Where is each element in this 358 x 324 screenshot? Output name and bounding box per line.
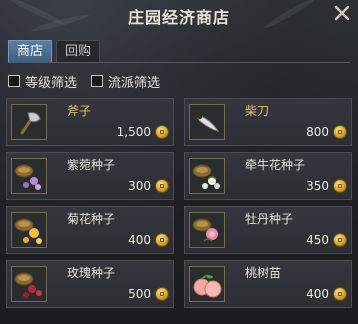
shop-item-morning-glory-seed[interactable]: 牵牛花种子 350 [184,152,352,200]
tab-divider [8,62,350,63]
shop-item-rose-seed[interactable]: 玫瑰种子 500 [6,260,174,308]
item-icon-frame [11,266,47,302]
tab-shop[interactable]: 商店 [8,40,53,62]
level-filter-checkbox[interactable] [8,75,20,87]
school-filter[interactable]: 流派筛选 [91,72,161,91]
level-filter[interactable]: 等级筛选 [8,72,78,91]
item-icon-frame [189,212,225,248]
tab-buyback[interactable]: 回购 [56,40,101,62]
item-name: 牡丹种子 [245,212,294,226]
level-filter-label: 等级筛选 [25,75,78,91]
tab-bar: 商店 回购 [8,40,101,62]
window-title: 庄园经济商店 [127,8,230,27]
peach-sapling-icon [190,267,224,301]
coin-icon [155,287,169,301]
item-price: 400 [128,233,151,247]
shop-item-axe[interactable]: 斧子 1,500 [6,98,174,146]
item-price: 800 [306,125,329,139]
rose-seed-icon [12,267,46,301]
item-icon-frame [11,104,47,140]
peony-seed-icon [190,213,224,247]
item-icon-frame [189,266,225,302]
item-icon-frame [189,104,225,140]
item-price: 500 [128,287,151,301]
coin-icon [333,125,347,139]
item-name: 玫瑰种子 [67,266,116,280]
school-filter-checkbox[interactable] [91,75,104,87]
title-bar: 庄园经济商店 [0,0,358,30]
item-price: 400 [306,287,329,301]
chrysanthemum-seed-icon [12,213,46,247]
item-price: 1,500 [116,125,151,139]
item-price: 300 [128,179,151,193]
shop-item-peach-sapling[interactable]: 桃树苗 400 [184,260,352,308]
shop-item-machete[interactable]: 柴刀 800 [184,98,352,146]
shop-item-chrysanthemum-seed[interactable]: 菊花种子 400 [6,206,174,254]
shop-item-aster-seed[interactable]: 紫菀种子 300 [6,152,174,200]
shop-item-peony-seed[interactable]: 牡丹种子 450 [184,206,352,254]
morning-glory-seed-icon [190,159,224,193]
coin-icon [333,233,347,247]
school-filter-label: 流派筛选 [108,75,161,91]
coin-icon [333,179,347,193]
item-icon-frame [189,158,225,194]
item-name: 菊花种子 [67,212,116,226]
coin-icon [155,233,169,247]
item-price: 450 [306,233,329,247]
coin-icon [155,125,169,139]
item-name: 桃树苗 [245,266,282,280]
close-icon[interactable] [332,3,352,23]
item-name: 斧子 [67,104,92,118]
aster-seed-icon [12,159,46,193]
item-price: 350 [306,179,329,193]
item-name: 柴刀 [245,104,270,118]
axe-icon [12,105,46,139]
item-name: 牵牛花种子 [245,158,306,172]
item-icon-frame [11,158,47,194]
machete-icon [190,105,224,139]
item-name: 紫菀种子 [67,158,116,172]
filter-bar: 等级筛选 流派筛选 [8,72,161,91]
coin-icon [333,287,347,301]
coin-icon [155,179,169,193]
item-icon-frame [11,212,47,248]
